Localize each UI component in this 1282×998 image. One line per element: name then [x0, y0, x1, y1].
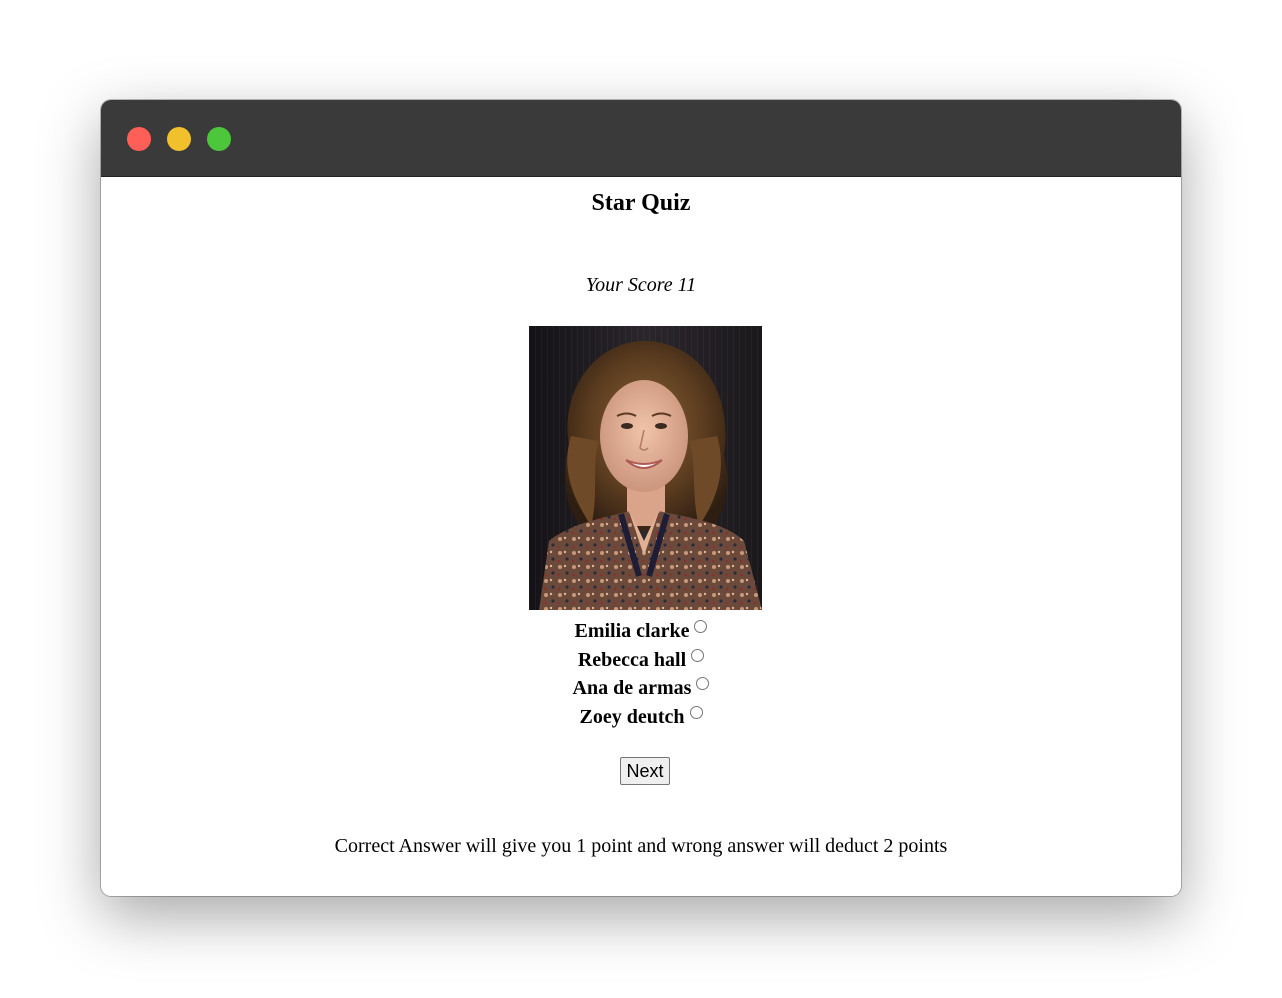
option-label: Emilia clarke: [574, 620, 690, 642]
close-window-button[interactable]: [127, 127, 151, 151]
minimize-window-button[interactable]: [167, 127, 191, 151]
next-button[interactable]: Next: [620, 757, 670, 785]
option-ana-de-armas[interactable]: Ana de armas: [101, 674, 1181, 703]
option-emilia-clarke[interactable]: Emilia clarke: [101, 617, 1181, 646]
celebrity-photo: [529, 326, 762, 610]
maximize-window-button[interactable]: [207, 127, 231, 151]
radio-button[interactable]: [696, 677, 710, 690]
scoring-rules-text: Correct Answer will give you 1 point and…: [334, 835, 948, 857]
title-bar: [101, 100, 1181, 177]
option-label: Rebecca hall: [577, 648, 687, 671]
portrait-image: [529, 326, 762, 610]
option-label: Ana de armas: [572, 677, 692, 699]
page-content: Star Quiz Your Score 11 Emilia clarke Re…: [101, 177, 1181, 896]
radio-button[interactable]: [694, 620, 708, 633]
browser-window: Star Quiz Your Score 11 Emilia clarke Re…: [101, 100, 1181, 896]
option-rebecca-hall[interactable]: Rebecca hall: [101, 646, 1181, 675]
radio-button[interactable]: [691, 648, 705, 662]
option-zoey-deutch[interactable]: Zoey deutch: [101, 703, 1181, 732]
page-title: Star Quiz: [591, 190, 691, 216]
option-label: Zoey deutch: [579, 705, 685, 728]
score-text: Your Score 11: [585, 274, 697, 296]
answer-options: Emilia clarke Rebecca hall Ana de armas …: [101, 617, 1181, 731]
radio-button[interactable]: [689, 705, 703, 719]
